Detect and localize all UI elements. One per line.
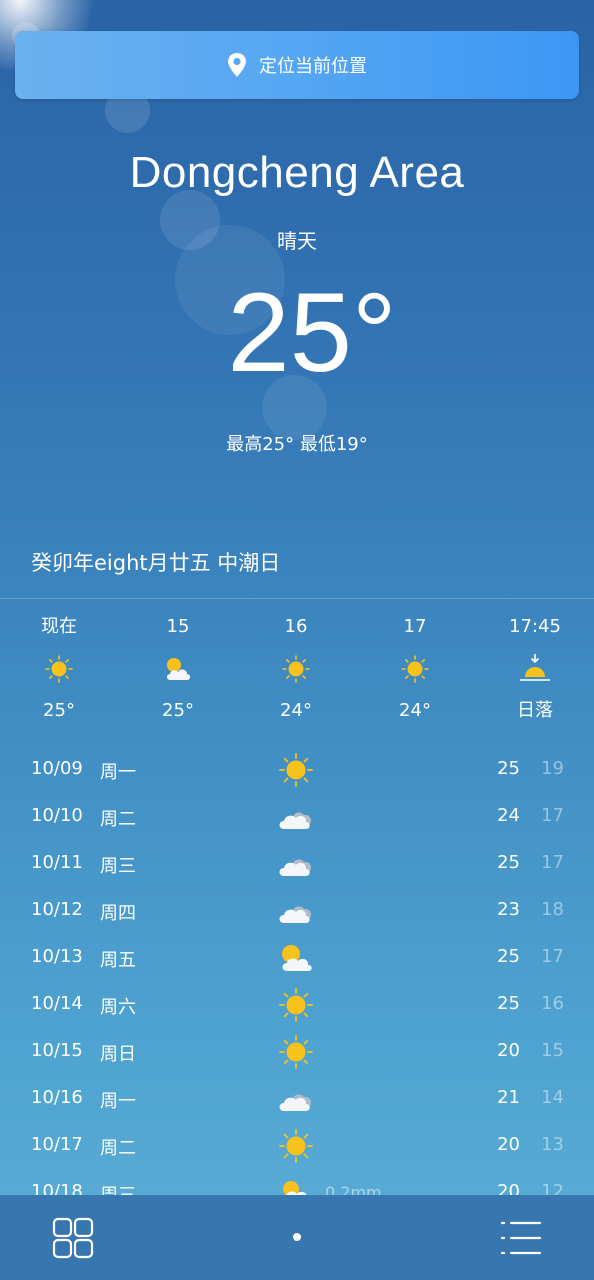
forecast-weekday: 周四 (100, 903, 136, 924)
list-icon[interactable] (500, 1219, 542, 1257)
hour-time: 15 (166, 616, 190, 637)
hourly-item: 现在 25° (9, 612, 109, 726)
forecast-date: 10/09 (31, 758, 83, 779)
forecast-weekday: 周日 (100, 1044, 136, 1065)
forecast-low: 19 (541, 758, 564, 779)
bottom-bar (0, 1195, 594, 1280)
locate-current-position-button[interactable]: 定位当前位置 (15, 31, 579, 99)
forecast-weekday: 周二 (100, 809, 136, 830)
hour-time: 现在 (41, 616, 77, 637)
forecast-high: 25 (497, 852, 520, 873)
hourly-item: 17 24° (365, 612, 465, 726)
forecast-low: 17 (541, 805, 564, 826)
sun-icon (9, 642, 109, 696)
forecast-row[interactable]: 10/12 周四 23 18 (0, 887, 594, 934)
lunar-date: 癸卯年eight月廿五 中潮日 (31, 551, 281, 575)
forecast-row[interactable]: 10/17 周二 20 13 (0, 1122, 594, 1169)
hourly-forecast: 现在 25° 15 25° 16 24° 17 24° 17:45 日落 (0, 612, 594, 742)
forecast-high: 21 (497, 1087, 520, 1108)
forecast-date: 10/15 (31, 1040, 83, 1061)
weather-condition: 晴天 (277, 229, 317, 253)
sunset-label: 日落 (517, 700, 553, 721)
forecast-date: 10/12 (31, 899, 83, 920)
hourly-item: 16 24° (246, 612, 346, 726)
forecast-weekday: 周五 (100, 950, 136, 971)
hour-temperature: 25° (43, 700, 75, 721)
cloud-icon (276, 892, 316, 930)
forecast-date: 10/14 (31, 993, 83, 1014)
forecast-low: 15 (541, 1040, 564, 1061)
forecast-date: 10/11 (31, 852, 83, 873)
sun-icon (276, 986, 316, 1024)
sun-icon (365, 642, 465, 696)
forecast-row[interactable]: 10/10 周二 24 17 (0, 793, 594, 840)
page-indicator-dot (293, 1233, 301, 1241)
hour-time: 16 (284, 616, 308, 637)
forecast-row[interactable]: 10/14 周六 25 16 (0, 981, 594, 1028)
forecast-weekday: 周六 (100, 997, 136, 1018)
sun-icon (276, 751, 316, 789)
forecast-high: 20 (497, 1040, 520, 1061)
locate-button-label: 定位当前位置 (259, 56, 367, 77)
forecast-low: 13 (541, 1134, 564, 1155)
forecast-date: 10/17 (31, 1134, 83, 1155)
forecast-weekday: 周一 (100, 1091, 136, 1112)
forecast-low: 18 (541, 899, 564, 920)
forecast-high: 25 (497, 993, 520, 1014)
hour-time: 17 (403, 616, 427, 637)
hour-temperature: 24° (399, 700, 431, 721)
cloud-icon (276, 1080, 316, 1118)
forecast-high: 24 (497, 805, 520, 826)
sunset-icon (485, 642, 585, 696)
forecast-high: 25 (497, 946, 520, 967)
partly-cloudy-icon (276, 939, 316, 977)
city-name: Dongcheng Area (129, 148, 465, 197)
forecast-row[interactable]: 10/13 周五 25 17 (0, 934, 594, 981)
current-temperature: 25° (227, 270, 397, 395)
forecast-low: 16 (541, 993, 564, 1014)
hour-temperature: 24° (280, 700, 312, 721)
sunset-time: 17:45 (509, 616, 561, 637)
grid-icon[interactable] (52, 1217, 94, 1259)
location-pin-icon (227, 52, 247, 78)
forecast-weekday: 周三 (100, 856, 136, 877)
forecast-row[interactable]: 10/16 周一 21 14 (0, 1075, 594, 1122)
forecast-row[interactable]: 10/15 周日 20 15 (0, 1028, 594, 1075)
section-divider (0, 598, 594, 599)
forecast-date: 10/13 (31, 946, 83, 967)
forecast-high: 25 (497, 758, 520, 779)
weather-screen: 定位当前位置 Dongcheng Area 晴天 25° 最高25° 最低19°… (0, 0, 594, 1280)
partly-cloudy-icon (128, 642, 228, 696)
forecast-low: 14 (541, 1087, 564, 1108)
hourly-item: 17:45 日落 (485, 612, 585, 726)
forecast-high: 23 (497, 899, 520, 920)
cloud-icon (276, 845, 316, 883)
high-low-temperature: 最高25° 最低19° (226, 434, 368, 455)
forecast-weekday: 周一 (100, 762, 136, 783)
forecast-high: 20 (497, 1134, 520, 1155)
forecast-row[interactable]: 10/11 周三 25 17 (0, 840, 594, 887)
sun-icon (276, 1033, 316, 1071)
sun-icon (246, 642, 346, 696)
sun-icon (276, 1127, 316, 1165)
forecast-weekday: 周二 (100, 1138, 136, 1159)
hour-temperature: 25° (162, 700, 194, 721)
forecast-row[interactable]: 10/09 周一 25 19 (0, 746, 594, 793)
forecast-low: 17 (541, 946, 564, 967)
forecast-date: 10/10 (31, 805, 83, 826)
forecast-date: 10/16 (31, 1087, 83, 1108)
forecast-low: 17 (541, 852, 564, 873)
hourly-item: 15 25° (128, 612, 228, 726)
cloud-icon (276, 798, 316, 836)
